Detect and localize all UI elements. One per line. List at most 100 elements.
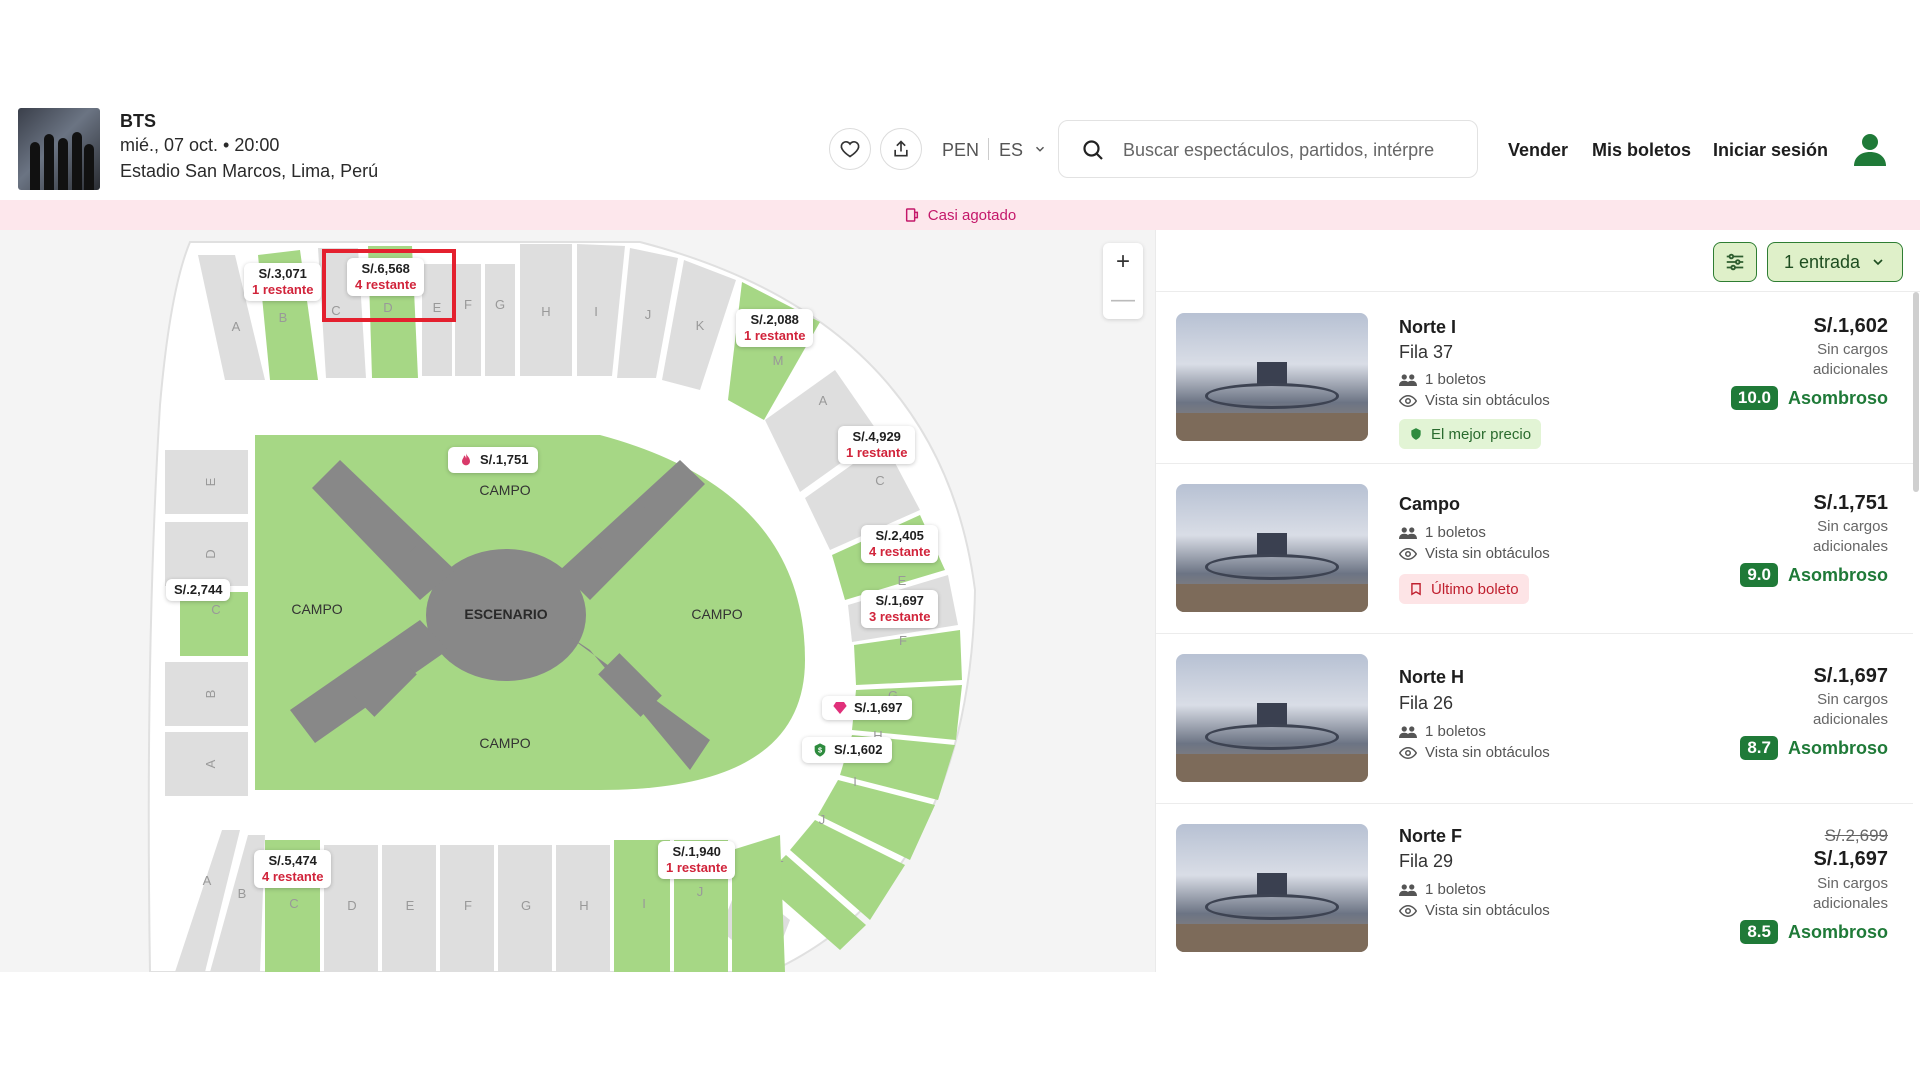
- currency-selector[interactable]: PEN: [942, 140, 979, 161]
- map-price-tag[interactable]: S/.2,744: [166, 579, 231, 601]
- listing-price: S/.1,602: [1813, 315, 1888, 337]
- listing-view: Vista sin obtáculos: [1399, 744, 1550, 761]
- svg-text:A: A: [203, 759, 218, 768]
- svg-text:B: B: [203, 690, 218, 699]
- rating-score: 10.0: [1730, 386, 1778, 410]
- stadium-map[interactable]: A B C D E F G H I J K M E D C B A A C E …: [0, 230, 1155, 972]
- event-title: BTS: [120, 111, 156, 131]
- svg-text:A: A: [232, 319, 241, 334]
- listing-price: S/.1,751: [1813, 492, 1888, 514]
- scrollbar[interactable]: [1913, 292, 1919, 492]
- listing-row: Fila 29: [1399, 851, 1454, 871]
- svg-text:B: B: [238, 886, 247, 901]
- eye-icon: [1399, 904, 1417, 917]
- svg-text:CAMPO: CAMPO: [691, 606, 742, 622]
- svg-text:CAMPO: CAMPO: [479, 735, 530, 751]
- svg-text:ESCENARIO: ESCENARIO: [464, 606, 547, 622]
- listing-card[interactable]: Norte I Fila 37 1 boletos Vista sin obtá…: [1156, 292, 1913, 464]
- listing-rating: 8.7 Asombroso: [1740, 736, 1888, 760]
- login-link[interactable]: Iniciar sesión: [1713, 140, 1828, 161]
- svg-text:F: F: [464, 297, 472, 312]
- search-bar[interactable]: [1058, 120, 1478, 178]
- seat-view-image[interactable]: [1176, 824, 1368, 952]
- seat-view-image[interactable]: [1176, 654, 1368, 782]
- eye-icon: [1399, 394, 1417, 407]
- map-price-tag[interactable]: S/.1,697 3 restante: [861, 590, 939, 628]
- listing-tickets: 1 boletos: [1399, 881, 1486, 898]
- zoom-in-button[interactable]: +: [1103, 243, 1143, 281]
- seat-view-image[interactable]: [1176, 313, 1368, 441]
- svg-text:C: C: [289, 896, 298, 911]
- chevron-down-icon[interactable]: [1033, 142, 1047, 156]
- listing-price: S/.1,697: [1813, 848, 1888, 870]
- listing-price: S/.1,697: [1813, 665, 1888, 687]
- svg-text:J: J: [819, 812, 826, 827]
- svg-text:CAMPO: CAMPO: [291, 601, 342, 617]
- zoom-out-button[interactable]: —: [1103, 281, 1143, 319]
- listing-section: Norte I: [1399, 317, 1457, 337]
- selected-section-highlight: [322, 249, 456, 322]
- share-button[interactable]: [880, 128, 922, 170]
- seat-view-image[interactable]: [1176, 484, 1368, 612]
- search-icon: [1083, 140, 1103, 160]
- section-bottom-k[interactable]: [732, 835, 785, 972]
- svg-text:I: I: [853, 774, 857, 789]
- user-avatar-icon[interactable]: [1850, 128, 1890, 168]
- filter-button[interactable]: [1713, 242, 1757, 282]
- language-selector[interactable]: ES: [999, 140, 1023, 161]
- svg-text:I: I: [642, 896, 646, 911]
- svg-text:M: M: [773, 353, 784, 368]
- event-date: mié., 07 oct. • 20:00: [120, 135, 280, 155]
- svg-text:G: G: [495, 297, 505, 312]
- map-price-tag[interactable]: S/.4,929 1 restante: [838, 426, 916, 464]
- map-price-tag[interactable]: S/.2,088 1 restante: [736, 309, 814, 347]
- seat-map[interactable]: A B C D E F G H I J K M E D C B A A C E …: [0, 230, 1155, 972]
- favorite-button[interactable]: [829, 128, 871, 170]
- map-price-tag[interactable]: S/.5,474 4 restante: [254, 850, 332, 888]
- listing-card[interactable]: Norte H Fila 26 1 boletos Vista sin obtá…: [1156, 634, 1913, 804]
- map-price-tag[interactable]: S/.3,071 1 restante: [244, 263, 322, 301]
- search-input[interactable]: [1123, 133, 1463, 167]
- listing-row: Fila 26: [1399, 693, 1454, 713]
- svg-text:E: E: [203, 477, 218, 486]
- svg-text:G: G: [521, 898, 531, 913]
- sell-link[interactable]: Vender: [1508, 140, 1568, 161]
- fire-icon: [462, 453, 470, 466]
- heart-icon: [840, 140, 860, 158]
- listing-card[interactable]: Campo 1 boletos Vista sin obtáculos Últi…: [1156, 464, 1913, 634]
- rating-label: Asombroso: [1787, 737, 1888, 758]
- section-top-g[interactable]: [485, 264, 515, 376]
- people-icon: [1399, 373, 1417, 386]
- listing-view: Vista sin obtáculos: [1399, 545, 1550, 562]
- listing-fees: Sin cargos adicionales: [1812, 875, 1888, 912]
- listing-fees: Sin cargos adicionales: [1812, 691, 1888, 728]
- map-price-tag[interactable]: S/.1,940 1 restante: [658, 841, 736, 879]
- listings-toolbar: 1 entrada: [1156, 230, 1920, 292]
- zoom-controls: + —: [1103, 243, 1143, 319]
- listing-row: Fila 37: [1399, 342, 1454, 362]
- event-venue: Estadio San Marcos, Lima, Perú: [120, 161, 379, 181]
- svg-text:I: I: [594, 304, 598, 319]
- svg-text:A: A: [819, 393, 828, 408]
- ticket-icon: [1411, 583, 1421, 596]
- my-tickets-link[interactable]: Mis boletos: [1592, 140, 1691, 161]
- listing-card[interactable]: Norte F Fila 29 1 boletos Vista sin obtá…: [1156, 804, 1913, 972]
- best-price-badge: El mejor precio: [1399, 419, 1542, 449]
- event-thumbnail[interactable]: [18, 108, 100, 190]
- map-price-tag[interactable]: S/.1,697: [822, 696, 913, 720]
- quantity-selector[interactable]: 1 entrada: [1767, 242, 1903, 282]
- svg-text:H: H: [579, 898, 588, 913]
- map-price-tag[interactable]: S/.2,405 4 restante: [861, 525, 939, 563]
- listing-view: Vista sin obtáculos: [1399, 392, 1550, 409]
- svg-text:B: B: [279, 310, 288, 325]
- listing-rating: 9.0 Asombroso: [1740, 563, 1888, 587]
- svg-text:C: C: [875, 473, 884, 488]
- svg-text:F: F: [899, 633, 907, 648]
- map-price-tag[interactable]: $ S/.1,602: [802, 737, 893, 763]
- map-price-tag[interactable]: S/.1,751: [448, 447, 539, 473]
- best-price-badge-icon: $: [814, 743, 826, 757]
- people-icon: [1399, 725, 1417, 738]
- svg-text:J: J: [645, 307, 652, 322]
- section-top-f[interactable]: [455, 264, 481, 376]
- listing-old-price: S/.2,699: [1824, 826, 1888, 845]
